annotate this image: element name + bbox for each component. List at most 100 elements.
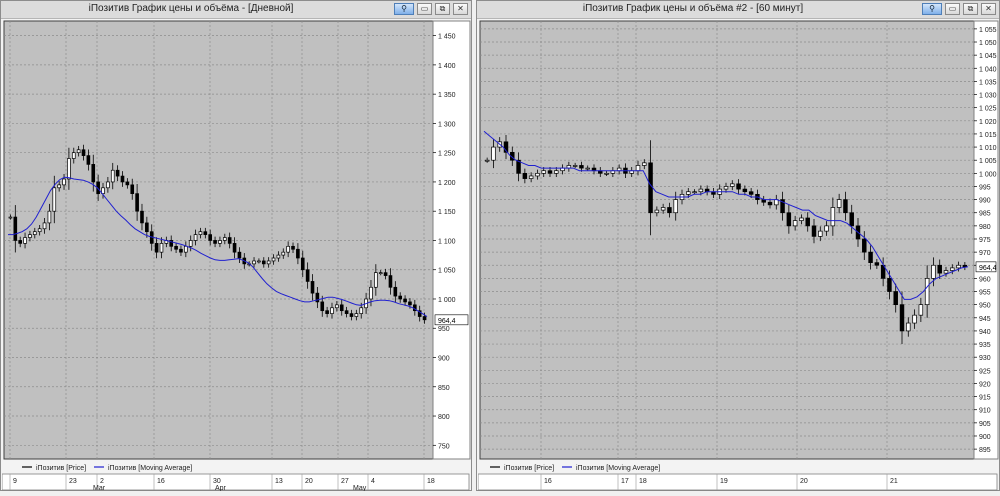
- candle-body: [252, 260, 256, 265]
- candle-body: [42, 222, 47, 230]
- maximize-button[interactable]: ⧉: [963, 3, 978, 15]
- title-bar[interactable]: iПозитив График цены и объёма #2 - [60 м…: [477, 1, 999, 19]
- candle-body: [179, 248, 183, 253]
- candle-body: [799, 217, 804, 221]
- y-tick-label: 1 000: [438, 297, 456, 304]
- y-tick-label: 985: [979, 211, 991, 218]
- pin-button[interactable]: ⚲: [394, 3, 414, 15]
- candle-body: [849, 212, 854, 227]
- candle-body: [8, 216, 13, 219]
- candle-body: [924, 278, 930, 306]
- candle-body: [310, 281, 315, 294]
- close-button[interactable]: ✕: [981, 3, 996, 15]
- y-tick-label: 1 050: [979, 40, 997, 47]
- candle-body: [174, 245, 178, 250]
- y-tick-label: 955: [979, 290, 991, 297]
- candle-body: [912, 314, 917, 324]
- candle-body: [686, 191, 691, 195]
- candle-body: [654, 209, 660, 214]
- y-tick-label: 895: [979, 447, 991, 454]
- candle-body: [37, 228, 42, 233]
- y-tick-label: 950: [438, 326, 450, 333]
- y-tick-label: 995: [979, 184, 991, 191]
- candle-body: [305, 269, 310, 282]
- candle-body: [918, 304, 924, 316]
- pin-button[interactable]: ⚲: [922, 3, 942, 15]
- minimize-button[interactable]: ▭: [417, 3, 432, 15]
- candle-body: [811, 225, 817, 237]
- candle-body: [354, 313, 359, 317]
- y-tick-label: 1 025: [979, 106, 997, 113]
- candle-body: [300, 257, 305, 271]
- y-tick-label: 1 020: [979, 119, 997, 126]
- candle-body: [956, 264, 961, 269]
- candle-body: [767, 201, 773, 206]
- candle-body: [830, 207, 836, 227]
- candle-body: [824, 225, 829, 232]
- last-price-label: 964,4: [979, 265, 997, 272]
- date-label: 9: [13, 478, 17, 485]
- date-label: 27: [341, 478, 349, 485]
- candle-body: [276, 254, 281, 259]
- maximize-button[interactable]: ⧉: [435, 3, 450, 15]
- candle-body: [237, 251, 242, 259]
- daily-chart-window[interactable]: iПозитив График цены и объёма - [Дневной…: [0, 0, 472, 492]
- candle-body: [547, 170, 553, 174]
- candle-body: [145, 222, 149, 233]
- candle-body: [422, 316, 427, 321]
- date-label: 21: [890, 478, 898, 485]
- y-tick-label: 1 300: [438, 121, 456, 128]
- candle-body: [818, 230, 823, 237]
- y-tick-label: 1 015: [979, 132, 997, 139]
- candle-body: [339, 304, 344, 312]
- date-axis: [477, 473, 998, 491]
- candle-body: [692, 191, 697, 194]
- candle-body: [388, 275, 393, 288]
- y-tick-label: 1 100: [438, 238, 456, 245]
- candle-body: [266, 260, 271, 265]
- candle-body: [931, 264, 936, 279]
- candle-body: [23, 237, 27, 244]
- date-label: 30: [213, 478, 221, 485]
- price-chart-daily[interactable]: 1 450 1 400 1 350 1 300 1 250 1 200 1 150 1 100…: [1, 19, 471, 496]
- y-tick-label: 1 035: [979, 79, 997, 86]
- candle-body: [71, 152, 76, 159]
- price-chart-hourly[interactable]: 1 055 1 050 1 045 1 040 1 035 1 030 1 025 1 020…: [477, 19, 999, 496]
- y-tick-label: 930: [979, 355, 991, 362]
- plot-area: [479, 20, 975, 460]
- hourly-chart-window[interactable]: iПозитив График цены и объёма #2 - [60 м…: [476, 0, 1000, 491]
- candle-body: [359, 307, 364, 314]
- y-tick-label: 1 150: [438, 209, 456, 216]
- close-button[interactable]: ✕: [453, 3, 468, 15]
- y-tick-label: 940: [979, 329, 991, 336]
- minimize-button[interactable]: ▭: [945, 3, 960, 15]
- y-tick-label: 1 040: [979, 66, 997, 73]
- y-tick-label: 970: [979, 250, 991, 257]
- y-tick-label: 1 030: [979, 93, 997, 100]
- candle-body: [106, 181, 110, 189]
- y-tick-label: 950: [979, 303, 991, 310]
- candle-body: [86, 155, 91, 165]
- candle-body: [374, 272, 378, 288]
- candle-body: [528, 175, 534, 179]
- candle-body: [198, 231, 203, 235]
- y-tick-label: 900: [979, 434, 991, 441]
- candle-body: [261, 260, 266, 265]
- candle-body: [154, 243, 159, 253]
- candle-body: [232, 243, 237, 253]
- candle-body: [227, 237, 232, 244]
- candle-body: [188, 240, 193, 247]
- title-bar[interactable]: iПозитив График цены и объёма - [Дневной…: [1, 1, 471, 19]
- candle-body: [344, 310, 349, 314]
- y-tick-label: 915: [979, 395, 991, 402]
- candle-body: [491, 146, 496, 161]
- candle-body: [484, 159, 490, 162]
- candle-body: [962, 264, 968, 268]
- candle-body: [291, 245, 295, 250]
- candle-body: [648, 162, 653, 214]
- candle-body: [748, 191, 754, 195]
- candle-body: [393, 286, 398, 297]
- date-label: 17: [621, 478, 629, 485]
- candle-body: [378, 272, 383, 275]
- candle-body: [667, 207, 672, 214]
